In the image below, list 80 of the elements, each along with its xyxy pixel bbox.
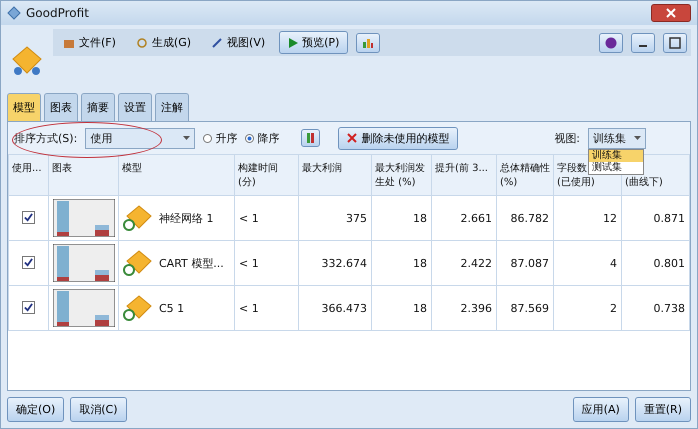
help-button[interactable]: [599, 32, 623, 52]
table-cell: 87.569: [496, 286, 554, 330]
dialog-button[interactable]: 应用(A): [572, 397, 629, 422]
column-header[interactable]: 最大利润发生处 (%): [372, 154, 432, 196]
column-header[interactable]: 提升(前 3...: [432, 154, 496, 196]
dialog-button[interactable]: 重置(R): [634, 397, 691, 422]
delete-unused-button[interactable]: 删除未使用的模型: [338, 126, 458, 150]
sort-label: 排序方式(S):: [14, 130, 78, 146]
table-cell: 2: [554, 286, 622, 330]
maximize-icon: [669, 36, 681, 48]
dialog-button[interactable]: 确定(O): [7, 397, 64, 422]
table-cell: 12: [554, 196, 622, 240]
table-cell: < 1: [234, 240, 298, 286]
radio-button[interactable]: 升序: [203, 130, 238, 146]
model-name: 神经网络 1: [159, 210, 214, 226]
close-icon: [666, 8, 676, 18]
app-icon: [7, 6, 21, 20]
model-name: C5 1: [159, 302, 184, 314]
model-gem-icon: [123, 293, 153, 323]
table-cell: < 1: [234, 196, 298, 240]
tab[interactable]: 设置: [118, 93, 152, 121]
tab[interactable]: 注解: [155, 93, 189, 121]
sort-dropdown[interactable]: 使用: [85, 128, 196, 148]
radio-button[interactable]: 降序: [245, 130, 280, 146]
checkbox[interactable]: [22, 301, 35, 314]
menu-item[interactable]: 生成(G): [130, 33, 198, 52]
checkbox[interactable]: [22, 256, 35, 269]
help-icon: [605, 36, 617, 48]
table-cell: 332.674: [298, 240, 372, 286]
checkbox[interactable]: [22, 211, 35, 224]
table-cell: 366.473: [298, 286, 372, 330]
play-icon: [288, 38, 298, 48]
export-button[interactable]: [356, 32, 380, 52]
bar-thumbnail-drawing: [53, 199, 115, 237]
window-title: GoodProfit: [26, 6, 89, 20]
column-header[interactable]: 构建时间 (分): [234, 154, 298, 196]
column-header[interactable]: 使用...: [8, 154, 48, 196]
menu-item[interactable]: 文件(F): [57, 33, 122, 52]
model-name: CART 模型...: [159, 256, 224, 270]
table-cell: 0.871: [622, 196, 690, 240]
table-cell: 87.087: [496, 240, 554, 286]
bar-thumbnail-drawing: [53, 289, 115, 327]
menu-item[interactable]: 视图(V): [205, 33, 272, 52]
delete-icon: [347, 133, 358, 143]
table-cell: 0.801: [622, 240, 690, 286]
preview-button[interactable]: 预览(P): [279, 31, 348, 54]
table-cell: < 1: [234, 286, 298, 330]
tab[interactable]: 摘要: [81, 93, 115, 121]
minimize-icon: [639, 44, 647, 46]
table-cell: 0.738: [622, 286, 690, 330]
dropdown-option[interactable]: 训练集: [589, 150, 643, 162]
model-gem-icon: [123, 248, 153, 278]
table-cell: 2.422: [432, 240, 496, 286]
column-header[interactable]: 总体精确性 (%): [496, 154, 554, 196]
table-cell: 86.782: [496, 196, 554, 240]
chart-icon: [362, 36, 374, 48]
table-cell: 18: [372, 240, 432, 286]
column-header[interactable]: 最大利润: [298, 154, 372, 196]
dialog-button[interactable]: 取消(C): [70, 397, 127, 422]
table-cell: 2.396: [432, 286, 496, 330]
bar-thumbnail-drawing: [53, 244, 115, 282]
columns-icon: [307, 133, 314, 143]
table-cell: 18: [372, 196, 432, 240]
table-cell: 18: [372, 286, 432, 330]
table-cell: 2.661: [432, 196, 496, 240]
column-chooser-button[interactable]: [301, 129, 320, 147]
column-header[interactable]: 模型: [118, 154, 234, 196]
table-cell: 4: [554, 240, 622, 286]
view-dropdown[interactable]: 训练集: [588, 128, 646, 148]
tab[interactable]: 模型: [7, 93, 41, 121]
caret-icon: [634, 136, 641, 140]
view-label: 视图:: [554, 130, 580, 146]
caret-icon: [183, 136, 190, 140]
tab[interactable]: 图表: [44, 93, 78, 121]
table-cell: 375: [298, 196, 372, 240]
maximize-button[interactable]: [663, 32, 687, 52]
close-button[interactable]: [651, 4, 691, 22]
column-header[interactable]: 图表: [48, 154, 118, 196]
minimize-button[interactable]: [631, 32, 655, 52]
model-gem-icon: [123, 203, 153, 233]
